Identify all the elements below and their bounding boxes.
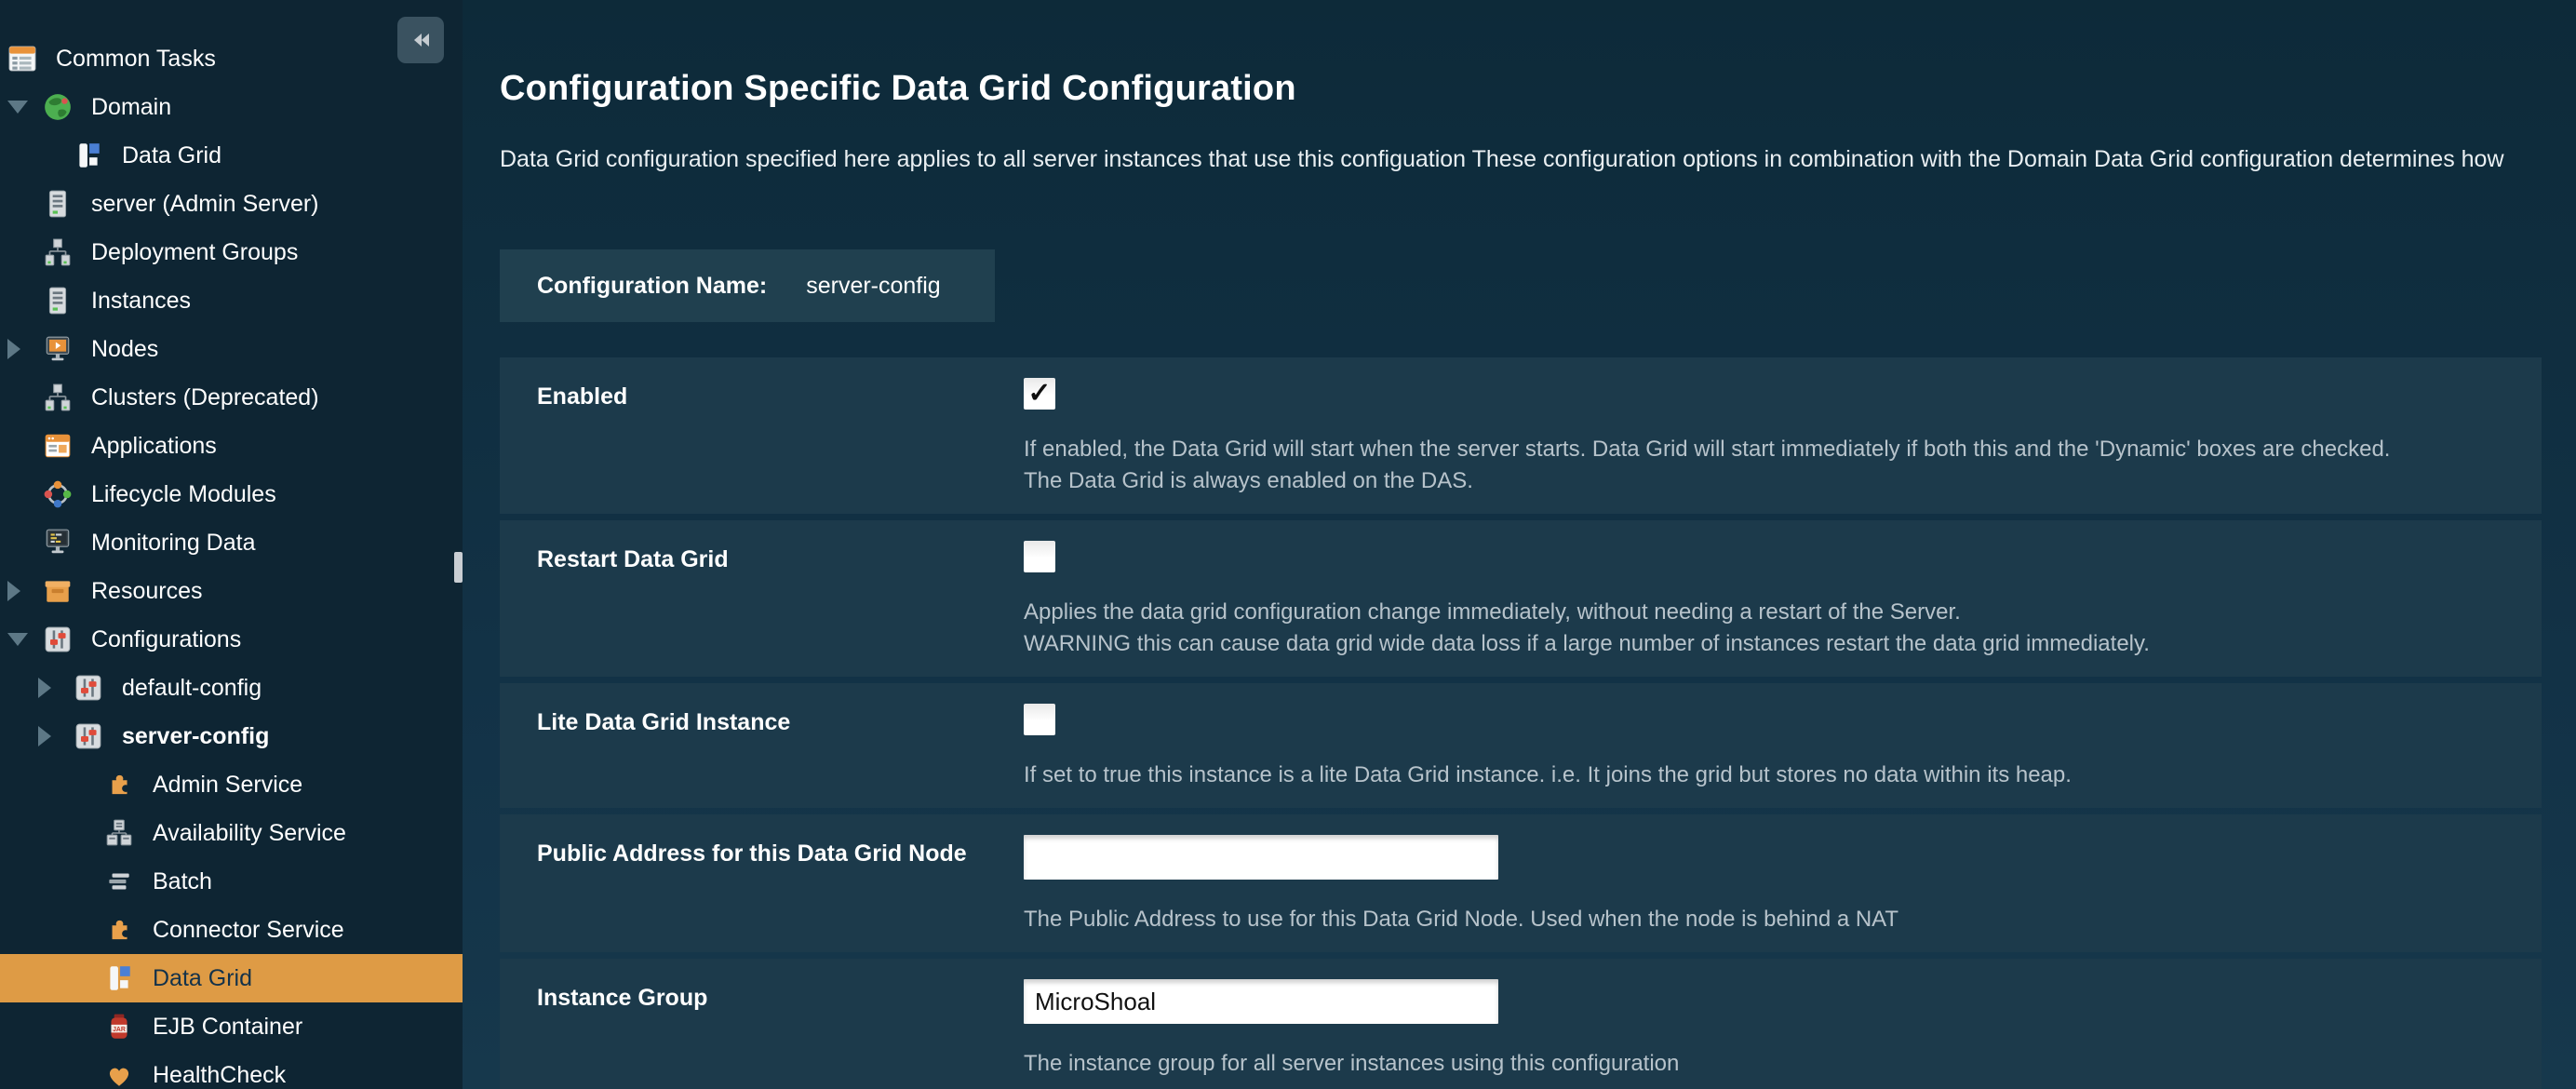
sidebar-item-clusters-deprecated[interactable]: Clusters (Deprecated): [0, 373, 463, 422]
nodes-icon: [43, 334, 73, 364]
sidebar-item-connector-service[interactable]: Connector Service: [0, 906, 463, 954]
healthcheck-icon: [104, 1060, 134, 1089]
field-help: If enabled, the Data Grid will start whe…: [1024, 434, 2542, 497]
sidebar-item-lifecycle-modules[interactable]: Lifecycle Modules: [0, 470, 463, 518]
field-help: The instance group for all server instan…: [1024, 1048, 2542, 1080]
field-help: If set to true this instance is a lite D…: [1024, 760, 2542, 791]
lifecycle-modules-icon: [43, 479, 73, 509]
field-control-area: If enabled, the Data Grid will start whe…: [1024, 357, 2542, 497]
sidebar-item-applications[interactable]: Applications: [0, 422, 463, 470]
sidebar-item-server-config[interactable]: server-config: [0, 712, 463, 760]
field-help-text: If set to true this instance is a lite D…: [1024, 760, 2542, 791]
sidebar-item-deployment-groups[interactable]: Deployment Groups: [0, 228, 463, 276]
field-label: Restart Data Grid: [537, 520, 1024, 573]
admin-console: Common Tasks Domain Data Grid server (Ad…: [0, 0, 2576, 1089]
field-control-area: Applies the data grid configuration chan…: [1024, 520, 2542, 660]
sidebar-item-resources[interactable]: Resources: [0, 567, 463, 615]
field-help-text: If enabled, the Data Grid will start whe…: [1024, 434, 2542, 465]
batch-icon: [104, 867, 134, 896]
config-icon: [74, 673, 103, 703]
deployment-groups-icon: [43, 237, 73, 267]
field-control-area: The instance group for all server instan…: [1024, 959, 2542, 1080]
sidebar-item-batch[interactable]: Batch: [0, 857, 463, 906]
field-help-text: The Public Address to use for this Data …: [1024, 904, 2542, 935]
lite-data-grid-instance-checkbox[interactable]: [1024, 704, 1055, 735]
ejb-container-icon: JAR: [104, 1012, 134, 1042]
field-label: Lite Data Grid Instance: [537, 683, 1024, 736]
restart-data-grid-checkbox[interactable]: [1024, 541, 1055, 572]
collapse-sidebar-button[interactable]: [397, 17, 444, 63]
form-row-lite-data-grid-instance: Lite Data Grid Instance If set to true t…: [500, 683, 2542, 808]
expand-arrow[interactable]: [7, 339, 43, 359]
form-row-enabled: Enabled If enabled, the Data Grid will s…: [500, 357, 2542, 514]
form-row-public-address-for-this-data-grid-node: Public Address for this Data Grid Node T…: [500, 814, 2542, 952]
sidebar-item-default-config[interactable]: default-config: [0, 664, 463, 712]
sidebar-item-ejb-container[interactable]: JAR EJB Container: [0, 1002, 463, 1051]
instance-group-input[interactable]: [1024, 979, 1498, 1024]
expand-arrow[interactable]: [38, 678, 74, 698]
field-control-area: If set to true this instance is a lite D…: [1024, 683, 2542, 791]
sidebar-item-common-tasks[interactable]: Common Tasks: [0, 34, 463, 83]
configuration-name-value: server-config: [806, 273, 941, 300]
sidebar-item-data-grid[interactable]: Data Grid: [0, 131, 463, 180]
main-content: Configuration Specific Data Grid Configu…: [463, 0, 2576, 1089]
globe-icon: [43, 92, 73, 122]
form-row-instance-group: Instance Group The instance group for al…: [500, 959, 2542, 1089]
sidebar-item-instances[interactable]: Instances: [0, 276, 463, 325]
sidebar-item-availability-service[interactable]: Availability Service: [0, 809, 463, 857]
field-help-text: The Data Grid is always enabled on the D…: [1024, 465, 2542, 497]
field-help-text: Applies the data grid configuration chan…: [1024, 597, 2542, 628]
expand-arrow[interactable]: [7, 101, 43, 114]
sidebar-scrollbar-thumb[interactable]: [454, 552, 463, 583]
field-help: The Public Address to use for this Data …: [1024, 904, 2542, 935]
svg-text:JAR: JAR: [113, 1027, 126, 1033]
expand-arrow[interactable]: [38, 726, 74, 746]
applications-icon: [43, 431, 73, 461]
field-label: Public Address for this Data Grid Node: [537, 814, 1024, 867]
field-label: Instance Group: [537, 959, 1024, 1012]
expand-arrow[interactable]: [7, 581, 43, 601]
instances-icon: [43, 286, 73, 316]
puzzle-icon: [104, 915, 134, 945]
sidebar-item-admin-service[interactable]: Admin Service: [0, 760, 463, 809]
availability-service-icon: [104, 818, 134, 848]
server-icon: [43, 189, 73, 219]
sidebar-item-healthcheck[interactable]: HealthCheck: [0, 1051, 463, 1089]
double-left-chevron-icon: [407, 26, 435, 54]
field-help-text: The instance group for all server instan…: [1024, 1048, 2542, 1080]
sidebar-item-monitoring-data[interactable]: Monitoring Data: [0, 518, 463, 567]
config-icon: [74, 721, 103, 751]
clusters-icon: [43, 383, 73, 412]
form-row-restart-data-grid: Restart Data Grid Applies the data grid …: [500, 520, 2542, 677]
expand-arrow[interactable]: [7, 633, 43, 646]
field-help-text: WARNING this can cause data grid wide da…: [1024, 628, 2542, 660]
configuration-name-bar: Configuration Name: server-config: [500, 249, 995, 322]
sidebar-item-server-admin-server[interactable]: server (Admin Server): [0, 180, 463, 228]
puzzle-icon: [104, 770, 134, 800]
data-grid-icon: [104, 963, 134, 993]
navigation-sidebar: Common Tasks Domain Data Grid server (Ad…: [0, 0, 463, 1089]
configuration-form: Enabled If enabled, the Data Grid will s…: [500, 357, 2542, 1089]
field-help: Applies the data grid configuration chan…: [1024, 597, 2542, 660]
sidebar-item-data-grid[interactable]: Data Grid: [0, 954, 463, 1002]
sidebar-item-nodes[interactable]: Nodes: [0, 325, 463, 373]
resources-icon: [43, 576, 73, 606]
navigation-tree: Common Tasks Domain Data Grid server (Ad…: [0, 0, 463, 1089]
public-address-for-this-data-grid-node-input[interactable]: [1024, 835, 1498, 880]
enabled-checkbox[interactable]: [1024, 378, 1055, 410]
common-tasks-icon: [7, 44, 37, 74]
configuration-name-label: Configuration Name:: [537, 273, 767, 300]
page-title: Configuration Specific Data Grid Configu…: [500, 69, 2576, 109]
field-control-area: The Public Address to use for this Data …: [1024, 814, 2542, 935]
monitoring-data-icon: [43, 528, 73, 558]
configurations-icon: [43, 625, 73, 654]
sidebar-item-configurations[interactable]: Configurations: [0, 615, 463, 664]
field-label: Enabled: [537, 357, 1024, 410]
page-description: Data Grid configuration specified here a…: [500, 146, 2576, 173]
data-grid-icon: [74, 141, 103, 170]
sidebar-item-domain[interactable]: Domain: [0, 83, 463, 131]
